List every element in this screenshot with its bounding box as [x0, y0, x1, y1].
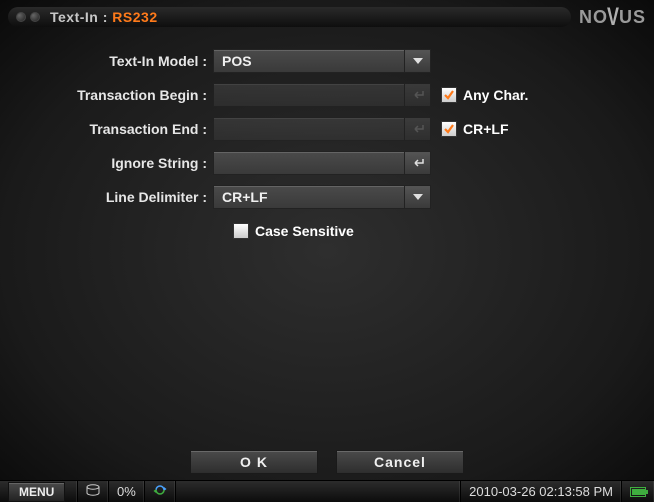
enter-icon — [404, 118, 430, 140]
ignore-string-input[interactable] — [213, 151, 431, 175]
status-bar: MENU 0% 2010-03-26 02:13:58 PM — [0, 480, 654, 502]
select-value: CR+LF — [214, 189, 404, 205]
cancel-button[interactable]: Cancel — [336, 450, 464, 474]
disk-usage: 0% — [117, 484, 136, 499]
refresh-icon — [153, 483, 167, 500]
label-ignore-string: Ignore String : — [18, 155, 213, 171]
window-dot — [30, 12, 40, 22]
status-spacer — [176, 481, 461, 502]
window-dot — [16, 12, 26, 22]
brand-logo: NOVUS — [579, 7, 646, 28]
label-text-in-model: Text-In Model : — [18, 53, 213, 69]
transaction-begin-input — [213, 83, 431, 107]
enter-icon[interactable] — [404, 152, 430, 174]
case-sensitive-checkbox[interactable]: Case Sensitive — [233, 223, 354, 239]
select-value: POS — [214, 53, 404, 69]
status-datetime: 2010-03-26 02:13:58 PM — [469, 484, 613, 499]
checkbox-box — [233, 223, 249, 239]
checkbox-label: Any Char. — [463, 87, 528, 103]
label-transaction-end: Transaction End : — [18, 121, 213, 137]
label-line-delimiter: Line Delimiter : — [18, 189, 213, 205]
enter-icon — [404, 84, 430, 106]
line-delimiter-select[interactable]: CR+LF — [213, 185, 431, 209]
checkbox-box — [441, 121, 457, 137]
dialog-buttons: O K Cancel — [0, 450, 654, 474]
text-in-model-select[interactable]: POS — [213, 49, 431, 73]
crlf-checkbox[interactable]: CR+LF — [441, 121, 509, 137]
settings-form: Text-In Model : POS Transaction Begin : — [0, 48, 654, 252]
dropdown-arrow-icon[interactable] — [404, 50, 430, 72]
label-transaction-begin: Transaction Begin : — [18, 87, 213, 103]
checkbox-box — [441, 87, 457, 103]
checkbox-label: CR+LF — [463, 121, 509, 137]
transaction-end-input — [213, 117, 431, 141]
titlebar: Text-In : RS232 NOVUS — [8, 6, 646, 28]
checkbox-label: Case Sensitive — [255, 223, 354, 239]
window-title: Text-In : RS232 — [50, 9, 158, 25]
any-char-checkbox[interactable]: Any Char. — [441, 87, 528, 103]
dropdown-arrow-icon[interactable] — [404, 186, 430, 208]
disk-icon — [86, 484, 100, 499]
title-pill: Text-In : RS232 — [8, 7, 571, 27]
battery-icon — [630, 487, 646, 497]
ok-button[interactable]: O K — [190, 450, 318, 474]
menu-button[interactable]: MENU — [8, 482, 65, 502]
